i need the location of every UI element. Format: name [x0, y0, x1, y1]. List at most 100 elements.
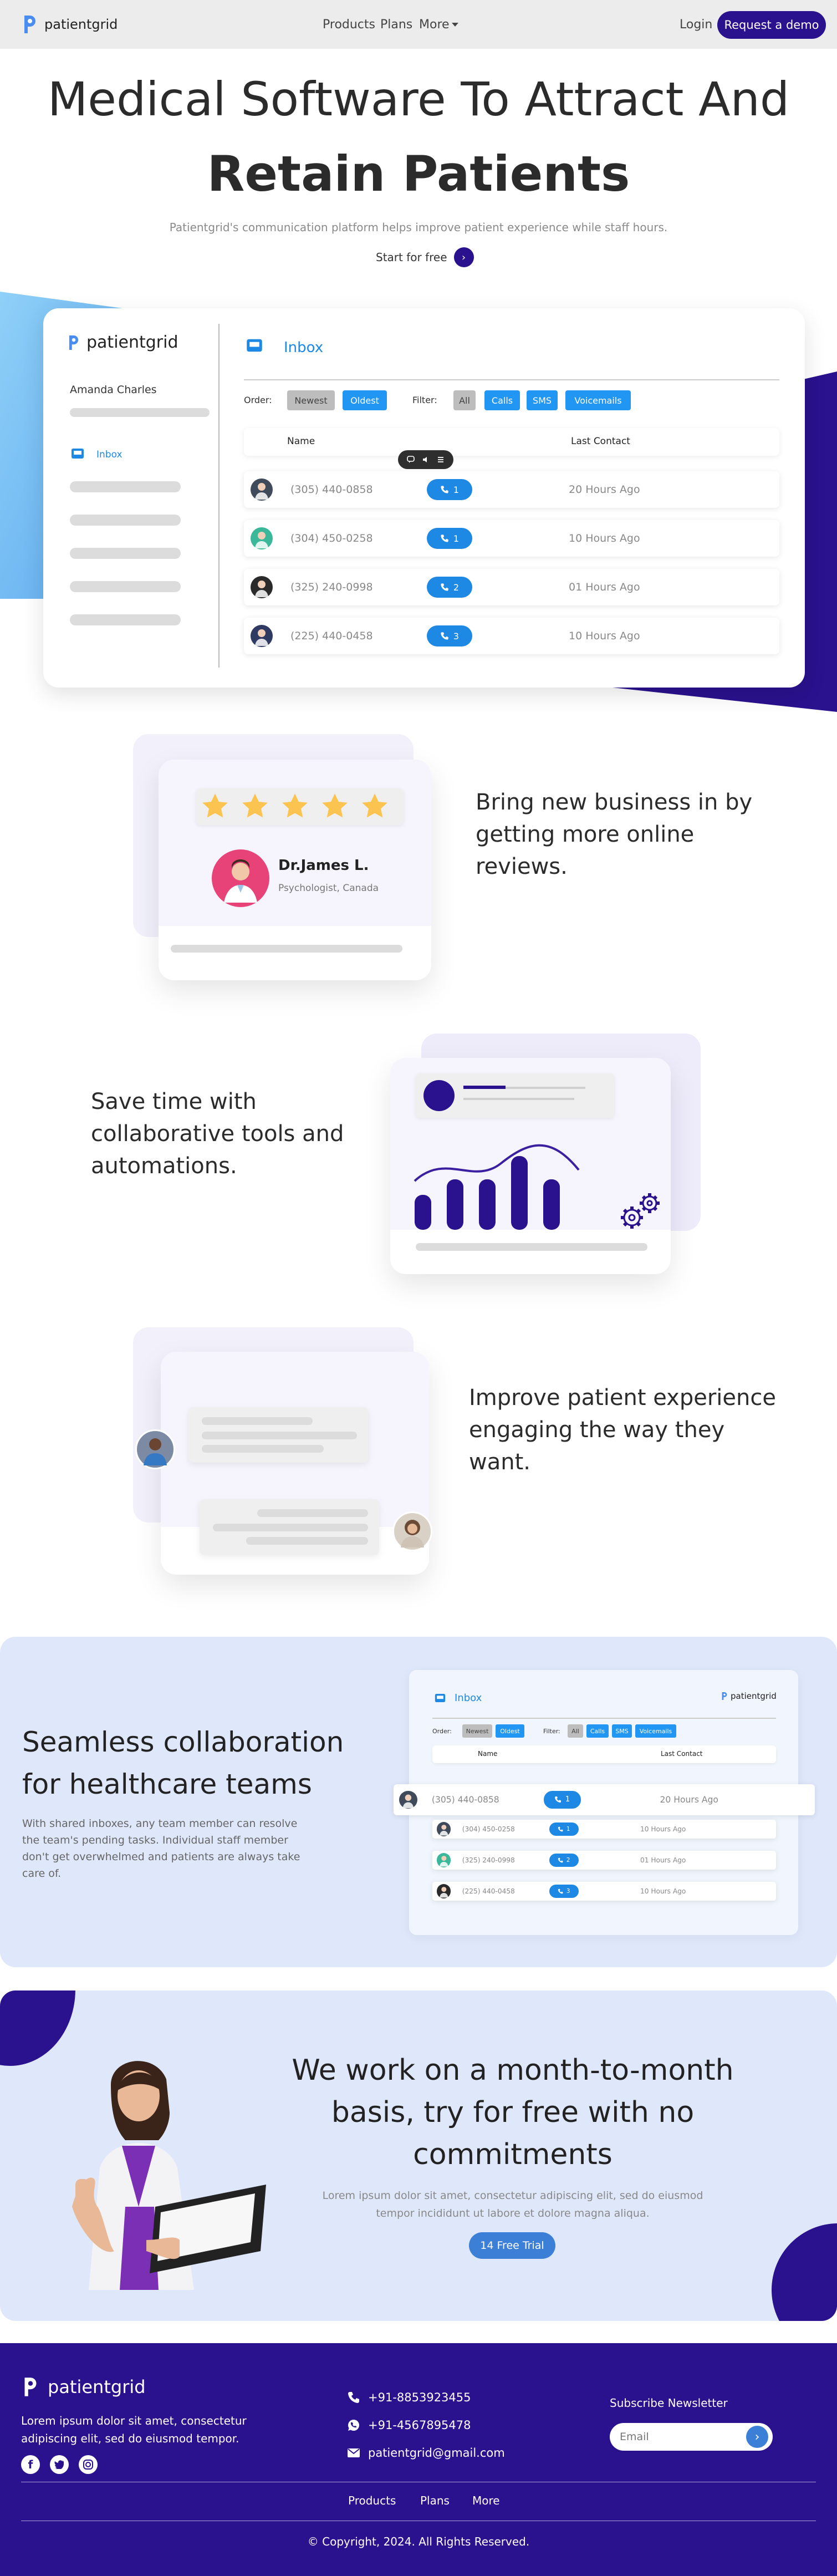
row-action-toolbar [398, 450, 453, 469]
twitter-icon[interactable] [50, 2455, 69, 2474]
patientgrid-logo-icon [722, 1692, 727, 1700]
user-dropdown[interactable] [70, 408, 210, 417]
user-name: Amanda Charles [70, 384, 157, 396]
filter-voicemails[interactable]: Voicemails [565, 390, 631, 410]
last-contact-time: 10 Hours Ago [569, 630, 640, 642]
filter-all[interactable]: All [453, 390, 476, 410]
call-count: 1 [566, 1825, 570, 1832]
trial-body-line1: Lorem ipsum dolor sit amet, consectetur … [322, 2190, 703, 2202]
request-demo-button[interactable]: Request a demo [717, 11, 826, 39]
inbox-icon [72, 449, 84, 459]
top-navbar: patientgrid Products Plans More Login Re… [0, 0, 837, 49]
mini-table-row[interactable]: (304) 450-0258 1 10 Hours Ago [432, 1820, 776, 1839]
patientgrid-logo-icon [24, 2378, 37, 2396]
sidebar-item-placeholder[interactable] [70, 614, 181, 625]
contact-avatar [436, 1884, 451, 1898]
inbox-icon [247, 339, 262, 352]
message-line [202, 1445, 324, 1453]
reviewer-role: Psychologist, Canada [278, 883, 379, 894]
call-count-button[interactable]: 2 [549, 1853, 579, 1867]
message-bubble-left [188, 1407, 368, 1463]
nav-more[interactable]: More [419, 18, 450, 32]
phone-icon [441, 486, 448, 493]
call-count-button[interactable]: 3 [427, 625, 472, 646]
message-line [246, 1537, 368, 1545]
call-count-button[interactable]: 1 [549, 1822, 579, 1836]
filter-sms[interactable]: SMS [527, 390, 558, 410]
footer-phone1[interactable]: +91-8853923455 [347, 2391, 471, 2404]
brand-logo[interactable]: patientgrid [21, 13, 118, 35]
call-count: 3 [566, 1887, 570, 1895]
trial-heading: We work on a month-to-month basis, try f… [277, 2049, 748, 2176]
review-text-placeholder [171, 945, 402, 953]
collab-card [390, 1058, 671, 1274]
footer-about-line2: adipiscing elit, sed do eiusmod tempor. [21, 2432, 239, 2445]
contact-avatar [399, 1790, 417, 1809]
mini-table-row[interactable]: (225) 440-0458 3 10 Hours Ago [432, 1882, 776, 1901]
table-row[interactable]: (305) 440-0858 1 20 Hours Ago [244, 471, 779, 508]
sidebar-item-placeholder[interactable] [70, 581, 181, 592]
sidebar-item-placeholder[interactable] [70, 481, 181, 492]
phone-icon [558, 1826, 563, 1832]
nav-plans[interactable]: Plans [380, 18, 412, 32]
patientgrid-logo-icon [69, 335, 79, 350]
newsletter-submit-button[interactable]: › [746, 2426, 768, 2448]
speaker-icon[interactable] [422, 456, 430, 464]
nav-products[interactable]: Products [323, 18, 375, 32]
table-row[interactable]: (304) 450-0258 1 10 Hours Ago [244, 520, 779, 557]
mini-filter-sms[interactable]: SMS [612, 1724, 632, 1738]
mini-filter-all[interactable]: All [568, 1724, 583, 1738]
filter-calls[interactable]: Calls [484, 390, 520, 410]
doctor-illustration [72, 2061, 266, 2290]
mini-order-oldest[interactable]: Oldest [496, 1724, 524, 1738]
contact-avatar [251, 625, 273, 647]
reviewer-avatar [212, 849, 269, 907]
mini-title: Inbox [455, 1692, 482, 1704]
footer-about-line1: Lorem ipsum dolor sit amet, consectetur [21, 2414, 247, 2427]
order-oldest[interactable]: Oldest [343, 390, 387, 410]
footer-phone2[interactable]: +91-4567895478 [347, 2419, 471, 2432]
footer-link-more[interactable]: More [472, 2494, 500, 2507]
phone-icon [441, 534, 448, 542]
healthcare-heading: Seamless collaboration for healthcare te… [22, 1726, 344, 1800]
call-count-button[interactable]: 1 [427, 528, 472, 549]
last-contact-time: 10 Hours Ago [640, 1887, 686, 1895]
table-row[interactable]: (225) 440-0458 3 10 Hours Ago [244, 618, 779, 654]
footer-link-products[interactable]: Products [348, 2494, 396, 2507]
call-count-button[interactable]: 2 [427, 577, 472, 598]
mini-filter-voicemails[interactable]: Voicemails [635, 1724, 676, 1738]
start-free-link[interactable]: Start for free › [376, 247, 474, 267]
footer-brand[interactable]: patientgrid [21, 2375, 146, 2399]
call-count-button[interactable]: 3 [549, 1884, 579, 1898]
mini-table-row[interactable]: (325) 240-0998 2 01 Hours Ago [432, 1851, 776, 1870]
order-newest[interactable]: Newest [287, 390, 335, 410]
footer-link-plans[interactable]: Plans [420, 2494, 450, 2507]
chat-icon[interactable] [407, 456, 415, 464]
chevron-down-icon[interactable] [451, 22, 459, 28]
sidebar-item-inbox[interactable]: Inbox [96, 449, 123, 460]
instagram-icon[interactable] [79, 2455, 98, 2474]
chart-bar [415, 1195, 431, 1230]
contact-phone: (225) 440-0458 [290, 630, 373, 642]
call-count-button[interactable]: 1 [427, 479, 472, 500]
message-line [257, 1509, 368, 1517]
mini-filter-calls[interactable]: Calls [586, 1724, 609, 1738]
free-trial-button[interactable]: 14 Free Trial [469, 2232, 555, 2259]
message-line [202, 1417, 313, 1425]
phone-icon [348, 2392, 359, 2403]
sidebar-item-placeholder[interactable] [70, 548, 181, 559]
mini-brand: patientgrid [721, 1691, 777, 1701]
healthcare-body: With shared inboxes, any team member can… [22, 1818, 300, 1880]
newsletter-email-input[interactable] [620, 2429, 736, 2445]
table-row[interactable]: (325) 240-0998 2 01 Hours Ago [244, 569, 779, 605]
call-count-button[interactable]: 1 [543, 1791, 581, 1809]
mini-brand-name: patientgrid [731, 1691, 777, 1701]
facebook-icon[interactable]: f [21, 2455, 40, 2474]
highlighted-table-row[interactable]: (305) 440-0858 1 20 Hours Ago [394, 1784, 815, 1815]
footer-email[interactable]: patientgrid@gmail.com [347, 2446, 505, 2460]
mini-order-newest[interactable]: Newest [462, 1724, 492, 1738]
contact-phone: (304) 450-0258 [462, 1825, 515, 1833]
login-link[interactable]: Login [680, 18, 712, 32]
sidebar-item-placeholder[interactable] [70, 515, 181, 526]
menu-icon[interactable] [437, 456, 445, 464]
